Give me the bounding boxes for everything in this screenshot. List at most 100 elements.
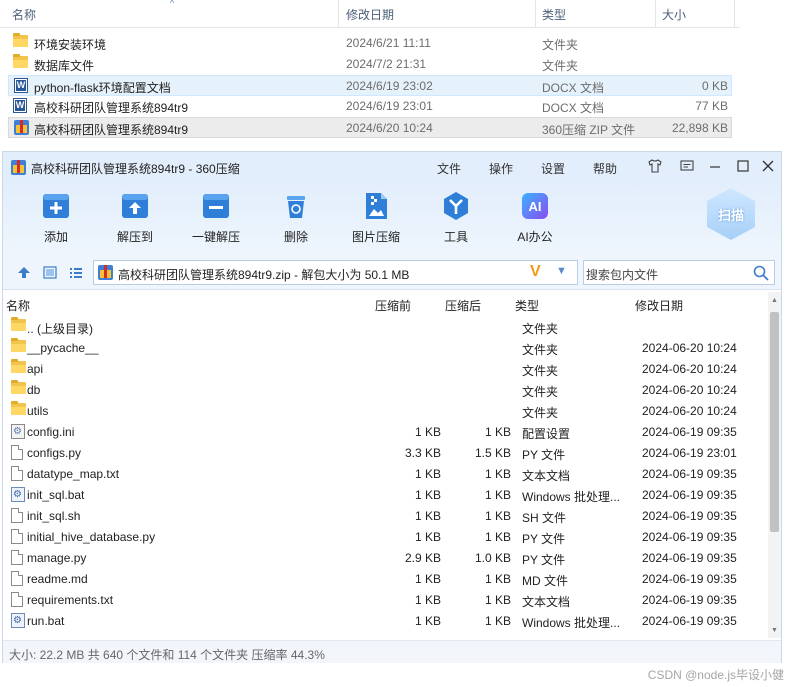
tools-button[interactable]: 工具 (421, 190, 491, 245)
up-arrow-icon[interactable] (17, 266, 31, 279)
add-label: 添加 (43, 230, 68, 244)
search-icon[interactable] (752, 264, 770, 282)
image-compress-button[interactable]: 图片压缩 (341, 190, 411, 245)
column-compressed-after[interactable]: 压缩后 (445, 297, 481, 314)
list-view-icon[interactable] (69, 266, 83, 279)
vertical-scrollbar[interactable]: ▲ ▼ (768, 292, 781, 638)
word-doc-icon (14, 78, 30, 93)
column-divider[interactable] (535, 0, 536, 28)
scroll-up-icon[interactable]: ▲ (770, 296, 779, 305)
file-size-before: 1 KB (414, 488, 441, 502)
file-type: PY 文件 (522, 448, 566, 462)
list-item[interactable]: initial_hive_database.py 1 KB 1 KB PY 文件 202… (3, 526, 767, 547)
close-icon[interactable] (760, 158, 776, 174)
file-size-after: 1 KB (484, 593, 511, 607)
column-divider[interactable] (338, 0, 339, 28)
title-bar[interactable]: 高校科研团队管理系统894tr9 - 360压缩 文件 操作 设置 帮助 (3, 152, 781, 182)
list-item[interactable]: utils 文件夹 2024-06-20 10:24 (3, 400, 767, 421)
one-click-extract-button[interactable]: 一键解压 (181, 190, 251, 245)
skin-icon[interactable] (647, 158, 663, 174)
file-modified: 2024-06-20 10:24 (642, 341, 737, 355)
archive-path-field[interactable]: 高校科研团队管理系统894tr9.zip - 解包大小为 50.1 MB V ▼ (93, 260, 578, 285)
file-name: readme.md (27, 572, 88, 586)
list-item[interactable]: init_sql.bat 1 KB 1 KB Windows 批处理... 2024-0… (3, 484, 767, 505)
add-button[interactable]: 添加 (21, 190, 91, 245)
search-placeholder: 搜索包内文件 (586, 268, 659, 282)
column-name[interactable]: 名称 (6, 297, 30, 314)
scroll-down-icon[interactable]: ▼ (770, 626, 779, 635)
list-item[interactable]: readme.md 1 KB 1 KB MD 文件 2024-06-19 09:35 (3, 568, 767, 589)
list-item[interactable]: requirements.txt 1 KB 1 KB 文本文档 2024-06-19 0… (3, 589, 767, 610)
file-type: Windows 批处理... (522, 616, 621, 630)
file-type: 文件夹 (522, 343, 559, 357)
file-modified: 2024-06-20 10:24 (642, 404, 737, 418)
feedback-icon[interactable] (679, 158, 695, 174)
column-modified[interactable]: 修改日期 (346, 6, 394, 23)
file-type: 360压缩 ZIP 文件 (542, 123, 636, 137)
explorer-row[interactable]: 高校科研团队管理系统894tr9 2024/6/19 23:01 DOCX 文档… (8, 96, 732, 117)
list-item[interactable]: api 文件夹 2024-06-20 10:24 (3, 358, 767, 379)
list-item[interactable]: config.ini 1 KB 1 KB 配置设置 2024-06-19 09:35 (3, 421, 767, 442)
search-input[interactable]: 搜索包内文件 (583, 260, 775, 285)
column-divider[interactable] (655, 0, 656, 28)
file-icon (11, 592, 25, 607)
list-item[interactable]: configs.py 3.3 KB 1.5 KB PY 文件 2024-06-19 23… (3, 442, 767, 463)
column-modified[interactable]: 修改日期 (635, 297, 683, 314)
menu-help[interactable]: 帮助 (593, 160, 617, 177)
column-divider[interactable] (734, 0, 735, 28)
ai-office-button[interactable]: AI AI办公 (500, 190, 570, 245)
column-size[interactable]: 大小 (662, 6, 686, 23)
delete-icon (280, 190, 312, 222)
extract-to-icon (119, 190, 151, 222)
list-item[interactable]: datatype_map.txt 1 KB 1 KB 文本文档 2024-06-19 0… (3, 463, 767, 484)
vip-icon[interactable]: V (530, 263, 541, 281)
file-modified: 2024-06-19 09:35 (642, 488, 737, 502)
file-icon (11, 550, 25, 565)
explorer-row[interactable]: 数据库文件 2024/7/2 21:31 文件夹 (8, 54, 732, 75)
maximize-icon[interactable] (735, 158, 751, 174)
column-type[interactable]: 类型 (515, 297, 539, 314)
file-type: PY 文件 (522, 553, 566, 567)
file-size-after: 1 KB (484, 572, 511, 586)
folder-icon (13, 54, 29, 71)
file-size-after: 1 KB (484, 467, 511, 481)
file-modified: 2024-06-19 09:35 (642, 614, 737, 628)
file-name: init_sql.bat (27, 488, 85, 502)
archive-path: 高校科研团队管理系统894tr9.zip - 解包大小为 50.1 MB (118, 268, 410, 282)
list-item[interactable]: __pycache__ 文件夹 2024-06-20 10:24 (3, 337, 767, 358)
zip-archive-icon (14, 120, 30, 135)
menu-operation[interactable]: 操作 (489, 160, 513, 177)
address-bar: 高校科研团队管理系统894tr9.zip - 解包大小为 50.1 MB V ▼… (3, 254, 781, 290)
file-size-before: 1 KB (414, 530, 441, 544)
explorer-row-highlighted[interactable]: 高校科研团队管理系统894tr9 2024/6/20 10:24 360压缩 Z… (8, 117, 732, 138)
list-item[interactable]: run.bat 1 KB 1 KB Windows 批处理... 2024-06-19 … (3, 610, 767, 631)
image-compress-icon (360, 190, 392, 222)
scan-button[interactable]: 扫描 (707, 188, 757, 246)
column-name[interactable]: 名称 (12, 6, 36, 23)
file-size-after: 1.0 KB (474, 551, 511, 565)
explorer-row-selected[interactable]: python-flask环境配置文档 2024/6/19 23:02 DOCX … (8, 75, 732, 96)
file-name: init_sql.sh (27, 509, 81, 523)
file-modified: 2024/7/2 21:31 (346, 57, 427, 71)
column-compressed-before[interactable]: 压缩前 (375, 297, 411, 314)
file-size-before: 1 KB (414, 509, 441, 523)
ai-office-icon: AI (519, 190, 551, 222)
column-type[interactable]: 类型 (542, 6, 566, 23)
extract-to-button[interactable]: 解压到 (100, 190, 170, 245)
file-icon (11, 466, 25, 481)
list-item[interactable]: init_sql.sh 1 KB 1 KB SH 文件 2024-06-19 09:35 (3, 505, 767, 526)
one-click-extract-icon (200, 190, 232, 222)
list-item[interactable]: db 文件夹 2024-06-20 10:24 (3, 379, 767, 400)
thumbnail-view-icon[interactable] (43, 266, 57, 279)
file-size-after: 1 KB (484, 509, 511, 523)
file-size-before: 1 KB (414, 467, 441, 481)
delete-button[interactable]: 删除 (261, 190, 331, 245)
list-item[interactable]: manage.py 2.9 KB 1.0 KB PY 文件 2024-06-19 09:… (3, 547, 767, 568)
explorer-row[interactable]: 环境安装环境 2024/6/21 11:11 文件夹 (8, 33, 732, 54)
menu-settings[interactable]: 设置 (541, 160, 565, 177)
scrollbar-thumb[interactable] (770, 312, 779, 532)
chevron-down-icon[interactable]: ▼ (556, 265, 567, 277)
menu-file[interactable]: 文件 (437, 160, 461, 177)
minimize-icon[interactable] (707, 158, 723, 174)
list-item[interactable]: .. (上级目录) 文件夹 (3, 316, 767, 337)
